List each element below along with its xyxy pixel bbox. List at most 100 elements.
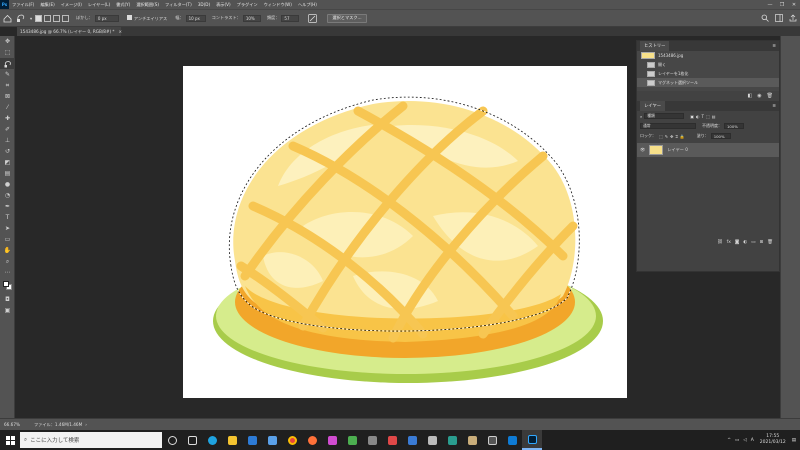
workspace-icon[interactable] [772,11,786,25]
adjustment-icon[interactable]: ◐ [743,240,747,245]
vscode-icon[interactable] [502,430,522,450]
hand-tool-icon[interactable]: ✋ [0,245,15,256]
blend-mode-select[interactable]: 通常 [640,123,696,129]
share-icon[interactable] [786,11,800,25]
close-icon[interactable]: ✕ [788,0,800,9]
layer-filter-icons[interactable]: ▣◐T⬚▤ [690,114,717,119]
chevron-right-icon[interactable]: › [85,422,87,427]
shape-tool-icon[interactable]: ▭ [0,234,15,245]
magnetic-lasso-preset-icon[interactable] [14,11,28,25]
canvas-area[interactable] [17,36,636,419]
camera-icon[interactable]: ◉ [757,93,761,99]
windows-start-icon[interactable] [0,430,20,450]
menu-help[interactable]: ヘルプ(H) [295,2,320,8]
link-icon[interactable]: ⛓ [717,240,723,245]
app-icon[interactable] [382,430,402,450]
menu-filter[interactable]: フィルター(T) [162,2,195,8]
menu-file[interactable]: ファイル(F) [9,2,37,8]
history-item-magnetic-lasso[interactable]: マグネット選択ツール [637,78,779,87]
ime-icon[interactable]: A [751,438,754,443]
move-tool-icon[interactable]: ✥ [0,36,15,47]
volume-icon[interactable]: ◁ [743,438,746,443]
frequency-input[interactable]: 57 [281,14,300,22]
pen-pressure-icon[interactable] [305,11,319,25]
store-icon[interactable] [262,430,282,450]
mask-icon[interactable]: ◙ [735,240,739,245]
eyedropper-tool-icon[interactable]: ⁄ [0,102,15,113]
eraser-tool-icon[interactable]: ◩ [0,157,15,168]
history-brush-tool-icon[interactable]: ↺ [0,146,15,157]
history-item-snapshot[interactable]: 1543486.jpg [637,51,779,60]
layer-row[interactable]: 👁 レイヤー 0 [637,143,779,157]
chevron-down-icon[interactable]: ▾ [30,16,32,21]
trash-icon[interactable]: 🗑 [767,240,773,245]
type-tool-icon[interactable]: T [0,212,15,223]
minimize-icon[interactable]: — [764,0,776,9]
menu-window[interactable]: ウィンドウ(W) [261,2,295,8]
photoshop-taskbar-icon[interactable] [522,430,542,450]
eye-icon[interactable]: 👁 [640,147,645,153]
app-icon[interactable] [462,430,482,450]
layer-kind-select[interactable]: 種類 [644,113,685,119]
stamp-tool-icon[interactable]: ⊥ [0,135,15,146]
antialias-checkbox[interactable]: アンチエイリアス [126,14,167,22]
lock-icons[interactable]: ⬚✎✥⌗🔒 [659,134,687,139]
contrast-input[interactable]: 10% [242,14,261,22]
network-icon[interactable]: ▭ [735,438,739,443]
chevron-up-icon[interactable]: ^ [727,438,731,443]
fill-input[interactable]: 100% [710,133,731,139]
mail-icon[interactable] [242,430,262,450]
gradient-tool-icon[interactable]: ▤ [0,168,15,179]
app-icon[interactable] [422,430,442,450]
history-panel-tab[interactable]: ヒストリー [640,41,670,51]
menu-edit[interactable]: 編集(E) [37,2,57,8]
feather-input[interactable]: 0 px [94,14,119,22]
notification-icon[interactable]: ▤ [792,438,796,443]
task-view-icon[interactable] [182,430,202,450]
subtract-selection-icon[interactable] [53,14,61,22]
folder-icon[interactable]: ▭ [751,240,755,245]
firefox-icon[interactable] [302,430,322,450]
menu-layer[interactable]: レイヤー(L) [85,2,113,8]
zoom-level[interactable]: 66.67% [4,422,20,427]
clock[interactable]: 17:55 2021/03/12 [760,434,786,446]
new-layer-icon[interactable]: ⊞ [760,240,764,245]
screen-mode-icon[interactable]: ▣ [0,305,15,316]
menu-plugins[interactable]: プラグイン [234,2,261,8]
crop-tool-icon[interactable]: ⌗ [0,80,15,91]
cortana-icon[interactable] [162,430,182,450]
history-item-flatten[interactable]: レイヤーを1枚化 [637,69,779,78]
magnetic-lasso-tool-icon[interactable] [0,58,15,69]
more-tools-icon[interactable]: ⋯ [0,267,15,278]
width-input[interactable]: 10 px [185,14,206,22]
color-swatches[interactable] [0,278,15,294]
home-icon[interactable] [0,11,14,25]
opacity-input[interactable]: 100% [724,123,744,129]
frame-tool-icon[interactable]: ⊠ [0,91,15,102]
foreground-color-icon[interactable] [3,281,9,287]
app-icon[interactable] [442,430,462,450]
quick-mask-icon[interactable]: ◘ [0,294,15,305]
menu-image[interactable]: イメージ(I) [58,2,85,8]
intersect-selection-icon[interactable] [62,14,70,22]
blur-tool-icon[interactable]: ● [0,179,15,190]
fx-icon[interactable]: fx [727,240,731,245]
menu-type[interactable]: 書式(Y) [113,2,133,8]
new-document-icon[interactable]: ◧ [748,93,753,99]
app-icon[interactable] [322,430,342,450]
brush-tool-icon[interactable]: ✐ [0,124,15,135]
path-select-tool-icon[interactable]: ➤ [0,223,15,234]
explorer-icon[interactable] [222,430,242,450]
search-icon[interactable] [758,11,772,25]
layers-panel-tab[interactable]: レイヤー [640,101,666,111]
select-and-mask-button[interactable]: 選択とマスク... [327,13,367,23]
taskbar-search-input[interactable]: ⌕ ここに入力して検索 [20,432,162,448]
menu-3d[interactable]: 3D(D) [195,2,213,7]
new-selection-icon[interactable] [35,14,43,22]
app-icon[interactable] [342,430,362,450]
chrome-icon[interactable] [282,430,302,450]
app-icon[interactable] [362,430,382,450]
edge-icon[interactable] [202,430,222,450]
app-icon[interactable] [402,430,422,450]
quick-select-tool-icon[interactable]: ✎ [0,69,15,80]
